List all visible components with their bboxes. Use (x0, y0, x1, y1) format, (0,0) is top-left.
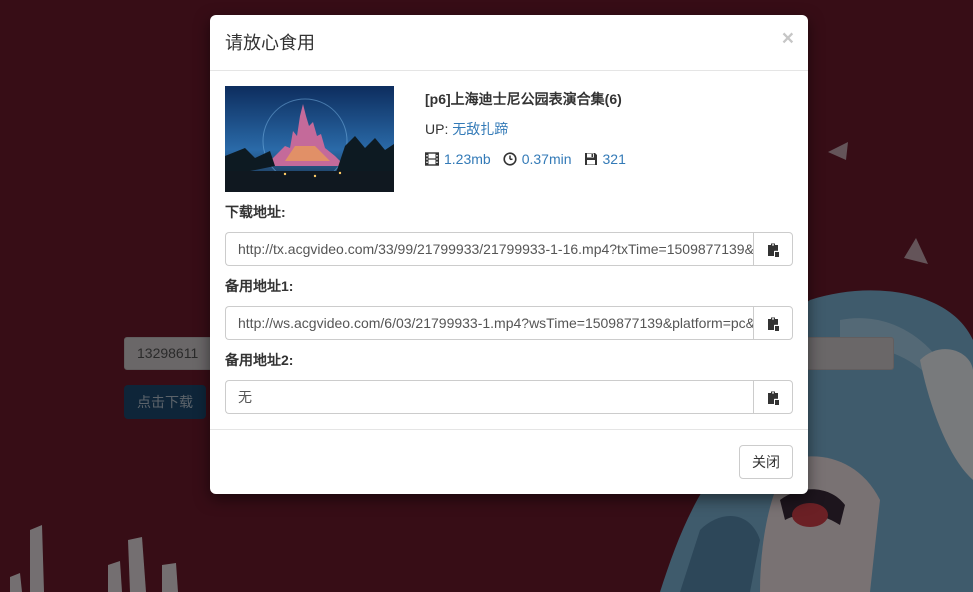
size-stat: 1.23mb (425, 149, 491, 169)
download-url-field[interactable]: http://tx.acgvideo.com/33/99/21799933/21… (225, 232, 753, 266)
part-count: 321 (602, 151, 626, 167)
video-stats: 1.23mb 0.37min 321 (425, 149, 638, 169)
modal-footer: 关闭 (210, 429, 808, 494)
backup-url-2-field[interactable]: 无 (225, 380, 753, 414)
video-thumbnail (225, 86, 394, 192)
uploader-prefix: UP: (425, 121, 453, 137)
count-stat: 321 (584, 149, 626, 169)
backup-url-1-label: 备用地址1: (225, 278, 294, 294)
video-info: [p6]上海迪士尼公园表演合集(6) UP: 无敌扎蹄 1.23mb 0.37m… (225, 86, 793, 192)
download-url-group: http://tx.acgvideo.com/33/99/21799933/21… (225, 232, 793, 266)
duration-stat: 0.37min (503, 149, 572, 169)
download-modal: 请放心食用 × [p6]上海迪士尼公园表演合集(6) UP: 无敌扎蹄 1.23… (210, 15, 808, 494)
save-icon (584, 153, 597, 165)
download-url-label: 下载地址: (225, 204, 286, 220)
video-meta: [p6]上海迪士尼公园表演合集(6) UP: 无敌扎蹄 1.23mb 0.37m… (425, 86, 638, 192)
file-size: 1.23mb (444, 151, 491, 167)
clipboard-icon (768, 317, 779, 331)
clock-icon (503, 152, 517, 166)
modal-header: 请放心食用 × (210, 15, 808, 71)
duration: 0.37min (521, 151, 572, 167)
copy-backup-url-2-button[interactable] (753, 380, 793, 414)
uploader-line: UP: 无敌扎蹄 (425, 119, 638, 139)
film-icon (425, 152, 439, 166)
modal-title: 请放心食用 (225, 33, 315, 53)
clipboard-icon (768, 243, 779, 257)
backup-url-1-field[interactable]: http://ws.acgvideo.com/6/03/21799933-1.m… (225, 306, 753, 340)
clipboard-icon (768, 391, 779, 405)
copy-download-url-button[interactable] (753, 232, 793, 266)
backup-url-2-label: 备用地址2: (225, 352, 294, 368)
video-title: [p6]上海迪士尼公园表演合集(6) (425, 91, 622, 107)
uploader-link[interactable]: 无敌扎蹄 (452, 121, 508, 137)
backup-url-1-group: http://ws.acgvideo.com/6/03/21799933-1.m… (225, 306, 793, 340)
backup-url-2-group: 无 (225, 380, 793, 414)
close-icon[interactable]: × (782, 27, 794, 51)
close-button[interactable]: 关闭 (739, 445, 793, 479)
copy-backup-url-1-button[interactable] (753, 306, 793, 340)
modal-body: [p6]上海迪士尼公园表演合集(6) UP: 无敌扎蹄 1.23mb 0.37m… (210, 71, 808, 429)
